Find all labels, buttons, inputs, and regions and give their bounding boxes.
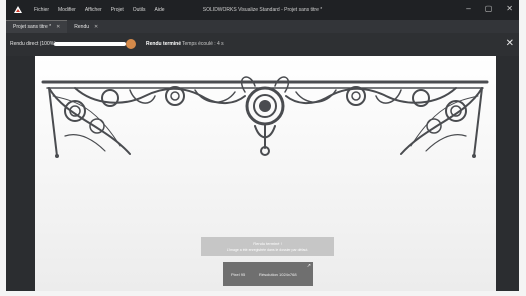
close-icon[interactable]: ✕ [94,24,98,30]
slider-handle[interactable] [126,39,136,49]
window-controls: – ▢ ✕ [466,4,513,14]
close-icon[interactable]: ✕ [56,24,60,30]
render-info-panel: Pixel 95 Résolution 1024x768 ↗ [223,262,313,286]
elapsed-time: Temps écoulé : 4 s [182,41,224,47]
right-panel [502,56,519,291]
tab-projet[interactable]: Projet sans titre * ✕ [6,20,68,33]
maximize-button[interactable]: ▢ [485,4,493,14]
close-icon[interactable]: ✕ [506,38,514,49]
expand-icon[interactable]: ↗ [307,263,311,269]
window-title: SOLIDWORKS Visualize Standard - Projet s… [202,7,323,13]
minimize-button[interactable]: – [466,4,470,14]
tab-rendu[interactable]: Rendu ✕ [67,20,105,33]
resolution-info: Résolution 1024x768 [259,272,297,277]
render-status: Rendu terminé [146,41,182,47]
tab-label: Rendu [74,23,90,30]
tab-label: Projet sans titre * [13,24,52,30]
notification-message: L'image a été enregistrée dans le dossie… [226,248,309,252]
close-window-button[interactable]: ✕ [506,4,513,14]
render-mode-label: Rendu direct (100%) [10,41,56,47]
render-toolbar: Rendu direct (100%) Rendu terminé Temps … [6,33,519,56]
title-bar: Fichier Modifier Afficher Projet Outils … [6,0,519,20]
tab-bar: Projet sans titre * ✕ Rendu ✕ [6,20,519,33]
pixel-info: Pixel 95 [231,272,246,277]
render-quality-slider[interactable] [54,42,126,46]
render-complete-notification: Rendu terminé ! L'image a été enregistré… [201,237,334,256]
notification-title: Rendu terminé ! [253,241,282,246]
